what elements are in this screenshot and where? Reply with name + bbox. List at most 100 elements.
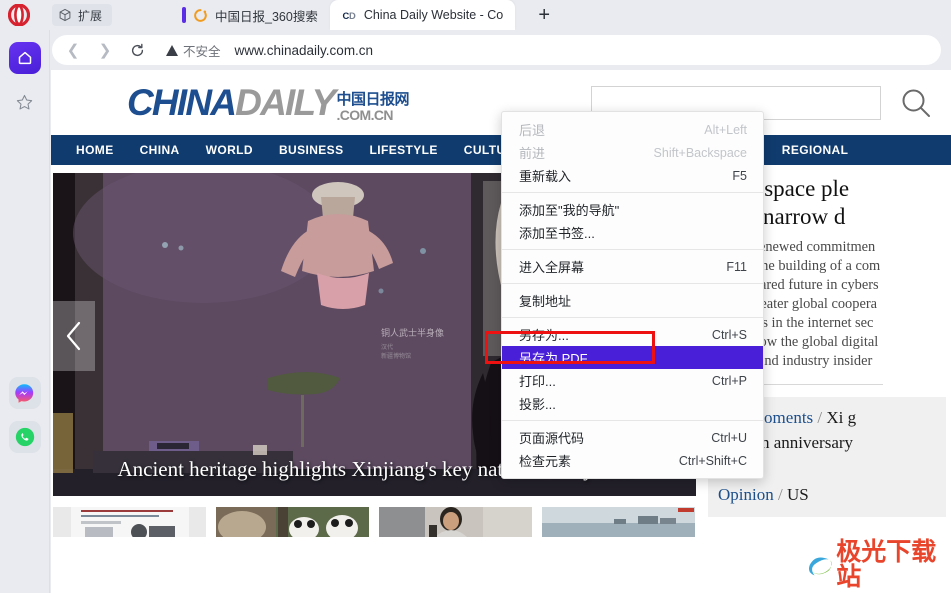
tab-strip: 扩展 中国日报_360搜索 C D China Daily Website - … [0, 0, 951, 30]
security-indicator[interactable]: 不安全 [166, 41, 221, 60]
sidebar-item-home[interactable] [8, 42, 41, 74]
address-bar[interactable]: ❮ ❯ 不安全 www.chinadaily.com.cn [52, 35, 941, 65]
thumbnail-item[interactable] [542, 507, 695, 537]
url-text[interactable]: www.chinadaily.com.cn [235, 43, 374, 58]
nav-item-business[interactable]: BUSINESS [279, 143, 344, 157]
tab-inactive[interactable]: 中国日报_360搜索 [170, 0, 330, 30]
menu-item-label: 另存为... [519, 328, 569, 343]
related-link-separator: / [777, 485, 783, 505]
related-link-row[interactable]: Opinion / US [718, 483, 938, 508]
related-link-title[interactable]: US [787, 485, 809, 504]
reload-icon[interactable] [128, 41, 146, 59]
chevron-left-icon [66, 321, 81, 351]
logo-daily: DAILY [235, 81, 336, 123]
nav-item-china[interactable]: CHINA [140, 143, 180, 157]
context-menu-item-fullscreen[interactable]: 进入全屏幕 F11 [502, 255, 763, 278]
menu-item-accel: Alt+Left [704, 122, 747, 137]
context-menu-item-add-bookmark[interactable]: 添加至书签... [502, 221, 763, 244]
nav-item-home[interactable]: HOME [76, 143, 114, 157]
thumbnail-item[interactable] [216, 507, 369, 537]
menu-item-label: 投影... [519, 397, 556, 412]
menu-separator [502, 192, 763, 193]
menu-item-label: 页面源代码 [519, 431, 585, 446]
sidebar-item-whatsapp[interactable] [8, 421, 41, 453]
thumbnail-strip [53, 507, 696, 537]
menu-separator [502, 317, 763, 318]
context-menu[interactable]: 后退 Alt+Left 前进 Shift+Backspace 重新载入 F5 添… [501, 111, 764, 479]
tab-active[interactable]: C D China Daily Website - Co [329, 0, 516, 30]
sidebar-item-favorites[interactable] [9, 86, 41, 118]
warning-triangle-icon [166, 44, 178, 56]
tab-title: 中国日报_360搜索 [215, 9, 318, 24]
menu-item-accel: Shift+Backspace [653, 145, 747, 160]
context-menu-item-back: 后退 Alt+Left [502, 118, 763, 141]
menu-item-label: 添加至"我的导航" [519, 203, 620, 218]
china-daily-logo[interactable]: CHINA DAILY 中国日报网 .COM.CN [127, 82, 409, 124]
context-menu-item-add-to-my-nav[interactable]: 添加至"我的导航" [502, 198, 763, 221]
menu-item-accel: F11 [726, 259, 747, 274]
search-icon[interactable] [899, 86, 933, 120]
related-link-section[interactable]: Opinion [718, 485, 774, 504]
nav-item-world[interactable]: WORLD [206, 143, 253, 157]
context-menu-item-print[interactable]: 打印... Ctrl+P [502, 369, 763, 392]
logo-chinese: 中国日报网 [336, 90, 409, 108]
opera-logo-icon[interactable] [0, 0, 38, 30]
menu-item-label: 检查元素 [519, 454, 572, 469]
menu-item-accel: Ctrl+Shift+C [678, 453, 747, 468]
address-bar-row: ❮ ❯ 不安全 www.chinadaily.com.cn [0, 30, 951, 70]
context-menu-item-save-as-pdf[interactable]: 另存为 PDF... [502, 346, 763, 369]
china-daily-icon: C D [342, 10, 356, 20]
svg-text:汉代: 汉代 [381, 343, 393, 351]
context-menu-item-inspect[interactable]: 检查元素 Ctrl+Shift+C [502, 449, 763, 472]
context-menu-item-forward: 前进 Shift+Backspace [502, 141, 763, 164]
tab-accent-bar [182, 7, 187, 23]
context-menu-item-view-source[interactable]: 页面源代码 Ctrl+U [502, 426, 763, 449]
menu-item-accel: F5 [732, 168, 747, 183]
menu-item-label: 重新载入 [519, 169, 572, 184]
left-sidebar [0, 30, 50, 593]
svg-text:新疆博物馆: 新疆博物馆 [381, 352, 411, 360]
thumbnail-item[interactable] [379, 507, 532, 537]
context-menu-item-cast[interactable]: 投影... [502, 392, 763, 415]
menu-separator [502, 283, 763, 284]
menu-item-label: 添加至书签... [519, 226, 595, 241]
nav-item-regional[interactable]: REGIONAL [782, 143, 849, 157]
menu-item-accel: Ctrl+S [711, 327, 747, 342]
context-menu-item-save-as[interactable]: 另存为... Ctrl+S [502, 323, 763, 346]
nav-item-lifestyle[interactable]: LIFESTYLE [370, 143, 438, 157]
logo-domain: .COM.CN [336, 106, 393, 123]
extension-cube-icon [59, 8, 71, 22]
new-tab-button[interactable]: + [531, 2, 557, 28]
svg-text:D: D [349, 10, 356, 20]
context-menu-item-copy-address[interactable]: 复制地址 [502, 289, 763, 312]
menu-item-accel: Ctrl+U [711, 430, 747, 445]
opera-browser-window: 扩展 中国日报_360搜索 C D China Daily Website - … [0, 0, 951, 593]
extensions-button[interactable]: 扩展 [52, 4, 113, 26]
360-search-icon [194, 8, 207, 22]
logo-china: CHINA [127, 81, 237, 123]
related-link-title[interactable]: Xi g [826, 408, 856, 427]
svg-text:铜人武士半身像: 铜人武士半身像 [381, 327, 444, 338]
menu-item-label: 前进 [519, 146, 546, 161]
menu-item-label: 复制地址 [519, 294, 572, 309]
whatsapp-icon [15, 427, 34, 447]
menu-item-label: 打印... [519, 374, 556, 389]
tab-title: China Daily Website - Co [363, 8, 504, 22]
thumbnail-item[interactable] [53, 507, 206, 537]
menu-separator [502, 420, 763, 421]
sidebar-item-messenger[interactable] [8, 377, 41, 409]
context-menu-item-reload[interactable]: 重新载入 F5 [502, 164, 763, 187]
carousel-prev-button[interactable] [53, 301, 95, 371]
messenger-icon [15, 383, 34, 403]
home-icon [18, 51, 31, 65]
menu-item-label: 后退 [519, 123, 546, 138]
star-outline-icon [16, 94, 33, 109]
extensions-label: 扩展 [78, 8, 103, 23]
menu-item-label: 另存为 PDF... [519, 351, 598, 366]
forward-chevron-icon[interactable]: ❯ [96, 41, 114, 59]
back-chevron-icon[interactable]: ❮ [64, 41, 82, 59]
menu-separator [502, 249, 763, 250]
menu-item-accel: Ctrl+P [711, 373, 747, 388]
security-label: 不安全 [183, 44, 221, 59]
menu-item-label: 进入全屏幕 [519, 260, 585, 275]
